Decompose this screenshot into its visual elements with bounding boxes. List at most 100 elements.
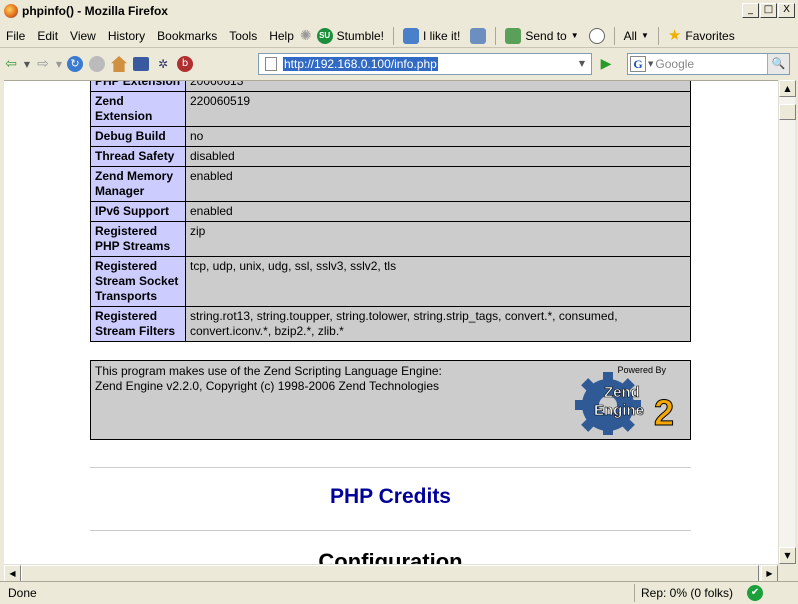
go-button[interactable]: ▶	[596, 55, 616, 73]
table-value-cell: tcp, udp, unix, udg, ssl, sslv3, sslv2, …	[185, 256, 691, 307]
chevron-down-icon: ▼	[640, 31, 649, 40]
back-history-chevron-icon[interactable]: ▼	[22, 53, 32, 75]
maximize-button[interactable]: □	[760, 3, 777, 18]
addon-3-button[interactable]: b	[174, 53, 196, 75]
url-dropdown-icon[interactable]: ▼	[575, 56, 589, 72]
favorites-button[interactable]: ★ Favorites	[663, 26, 740, 44]
vertical-scroll-thumb[interactable]	[779, 104, 796, 120]
table-value-cell: string.rot13, string.toupper, string.tol…	[185, 306, 691, 342]
menu-help[interactable]: Help	[263, 29, 300, 43]
addon-2-button[interactable]: ✲	[152, 53, 174, 75]
divider	[90, 530, 691, 531]
table-value-cell: no	[185, 126, 691, 147]
table-row: Zend Extension 220060519	[90, 91, 691, 127]
reload-button[interactable]: ↻	[64, 53, 86, 75]
reputation-status[interactable]: Rep: 0% (0 folks)	[634, 584, 739, 602]
stumble-button[interactable]: SU Stumble!	[312, 27, 389, 44]
window-title: phpinfo() - Mozilla Firefox	[22, 4, 168, 18]
home-button[interactable]	[108, 53, 130, 75]
puzzle-icon: ✲	[157, 57, 169, 71]
forward-history-chevron-icon[interactable]: ▼	[54, 53, 64, 75]
scroll-up-button[interactable]: ▲	[779, 80, 796, 97]
php-credits-link[interactable]: PHP Credits	[90, 485, 691, 509]
search-engine-chevron-icon[interactable]: ▼	[648, 60, 653, 68]
send-to-button[interactable]: Send to ▼	[500, 27, 583, 44]
search-box[interactable]: G ▼ Google 🔍	[627, 53, 790, 75]
menu-file[interactable]: File	[0, 29, 31, 43]
table-row: IPv6 Support enabled	[90, 201, 691, 222]
dislike-button[interactable]	[465, 27, 491, 44]
speech-bubble-icon	[588, 27, 605, 44]
table-row: Debug Build no	[90, 126, 691, 147]
table-row: Zend Memory Manager enabled	[90, 166, 691, 202]
table-key-cell: Registered PHP Streams	[90, 221, 186, 257]
horizontal-scroll-thumb[interactable]	[21, 565, 759, 582]
page-content: PHP Extension 20060613 Zend Extension 22006…	[4, 80, 778, 564]
search-icon[interactable]: 🔍	[767, 54, 789, 74]
configuration-heading: Configuration	[318, 549, 463, 564]
toolbar-separator	[495, 26, 497, 45]
php-info-table: PHP Extension 20060613 Zend Extension 22006…	[90, 81, 691, 342]
scroll-left-button[interactable]: ◀	[4, 565, 21, 582]
search-input[interactable]: Google	[655, 57, 694, 71]
logo-text-2: 2	[654, 392, 674, 433]
star-icon: ★	[667, 26, 682, 44]
menu-history[interactable]: History	[102, 29, 151, 43]
back-button[interactable]: ⇦	[0, 53, 22, 75]
menu-edit[interactable]: Edit	[31, 29, 64, 43]
toolbar-separator	[657, 26, 659, 45]
addon-button[interactable]	[130, 53, 152, 75]
send-icon	[505, 27, 522, 44]
table-row: Registered PHP Streams zip	[90, 221, 691, 257]
all-label: All	[623, 28, 637, 43]
address-bar[interactable]: http://192.168.0.100/info.php ▼	[258, 53, 592, 75]
forward-button[interactable]: ⇨	[32, 53, 54, 75]
table-key-cell: Debug Build	[90, 126, 186, 147]
logo-text-zend: Zend	[604, 384, 640, 401]
menu-tools[interactable]: Tools	[223, 29, 263, 43]
table-value-cell: disabled	[185, 146, 691, 167]
all-dropdown[interactable]: All ▼	[619, 29, 654, 43]
divider	[90, 467, 691, 468]
scroll-right-button[interactable]: ▶	[761, 565, 778, 582]
stumble-label: Stumble!	[336, 28, 384, 43]
table-value-cell: enabled	[185, 166, 691, 202]
stop-button[interactable]	[86, 53, 108, 75]
like-button[interactable]: I like it!	[398, 27, 465, 44]
table-value-cell: enabled	[185, 201, 691, 222]
scrollbar-corner	[778, 564, 795, 581]
table-key-cell: IPv6 Support	[90, 201, 186, 222]
zend-engine-logo: Zend Engine 2	[575, 372, 675, 435]
minimize-button[interactable]: _	[742, 3, 759, 18]
comment-button[interactable]	[584, 27, 610, 44]
status-text: Done	[8, 586, 37, 600]
toolbar-separator	[393, 26, 394, 45]
vertical-scrollbar[interactable]: ▲ ▼	[778, 80, 796, 564]
table-key-cell: PHP Extension	[90, 81, 186, 92]
menu-bar: File Edit View History Bookmarks Tools H…	[0, 24, 798, 48]
table-value-cell: 20060613	[185, 81, 691, 92]
table-row: Registered Stream Socket Transports tcp, …	[90, 256, 691, 307]
menu-bookmarks[interactable]: Bookmarks	[151, 29, 223, 43]
thumbs-down-icon	[470, 27, 487, 44]
table-key-cell: Zend Extension	[90, 91, 186, 127]
send-to-label: Send to	[525, 28, 567, 43]
like-label: I like it!	[423, 28, 461, 43]
checkmark-icon[interactable]: ✔	[747, 585, 764, 601]
addon-icon	[133, 57, 149, 71]
navigation-toolbar: ⇦ ▼ ⇨ ▼ ↻ ✲ b http://192.168.0.100/info.…	[0, 50, 798, 78]
close-button[interactable]: X	[778, 3, 795, 18]
horizontal-scrollbar[interactable]: ◀ ▶	[4, 564, 778, 582]
url-text[interactable]: http://192.168.0.100/info.php	[283, 57, 438, 71]
window-controls: _ □ X	[742, 3, 795, 18]
google-icon[interactable]: G	[630, 56, 646, 72]
table-value-cell: 220060519	[185, 91, 691, 127]
scroll-down-button[interactable]: ▼	[779, 547, 796, 564]
chevron-down-icon: ▼	[570, 31, 579, 40]
menu-view[interactable]: View	[64, 29, 102, 43]
stumbleupon-icon: SU	[316, 27, 333, 44]
logo-text-engine: Engine	[594, 402, 644, 419]
loading-spinner-icon: ✺	[299, 27, 312, 44]
thumbs-up-icon	[403, 27, 419, 44]
status-bar: Done Rep: 0% (0 folks) ✔	[0, 581, 798, 604]
